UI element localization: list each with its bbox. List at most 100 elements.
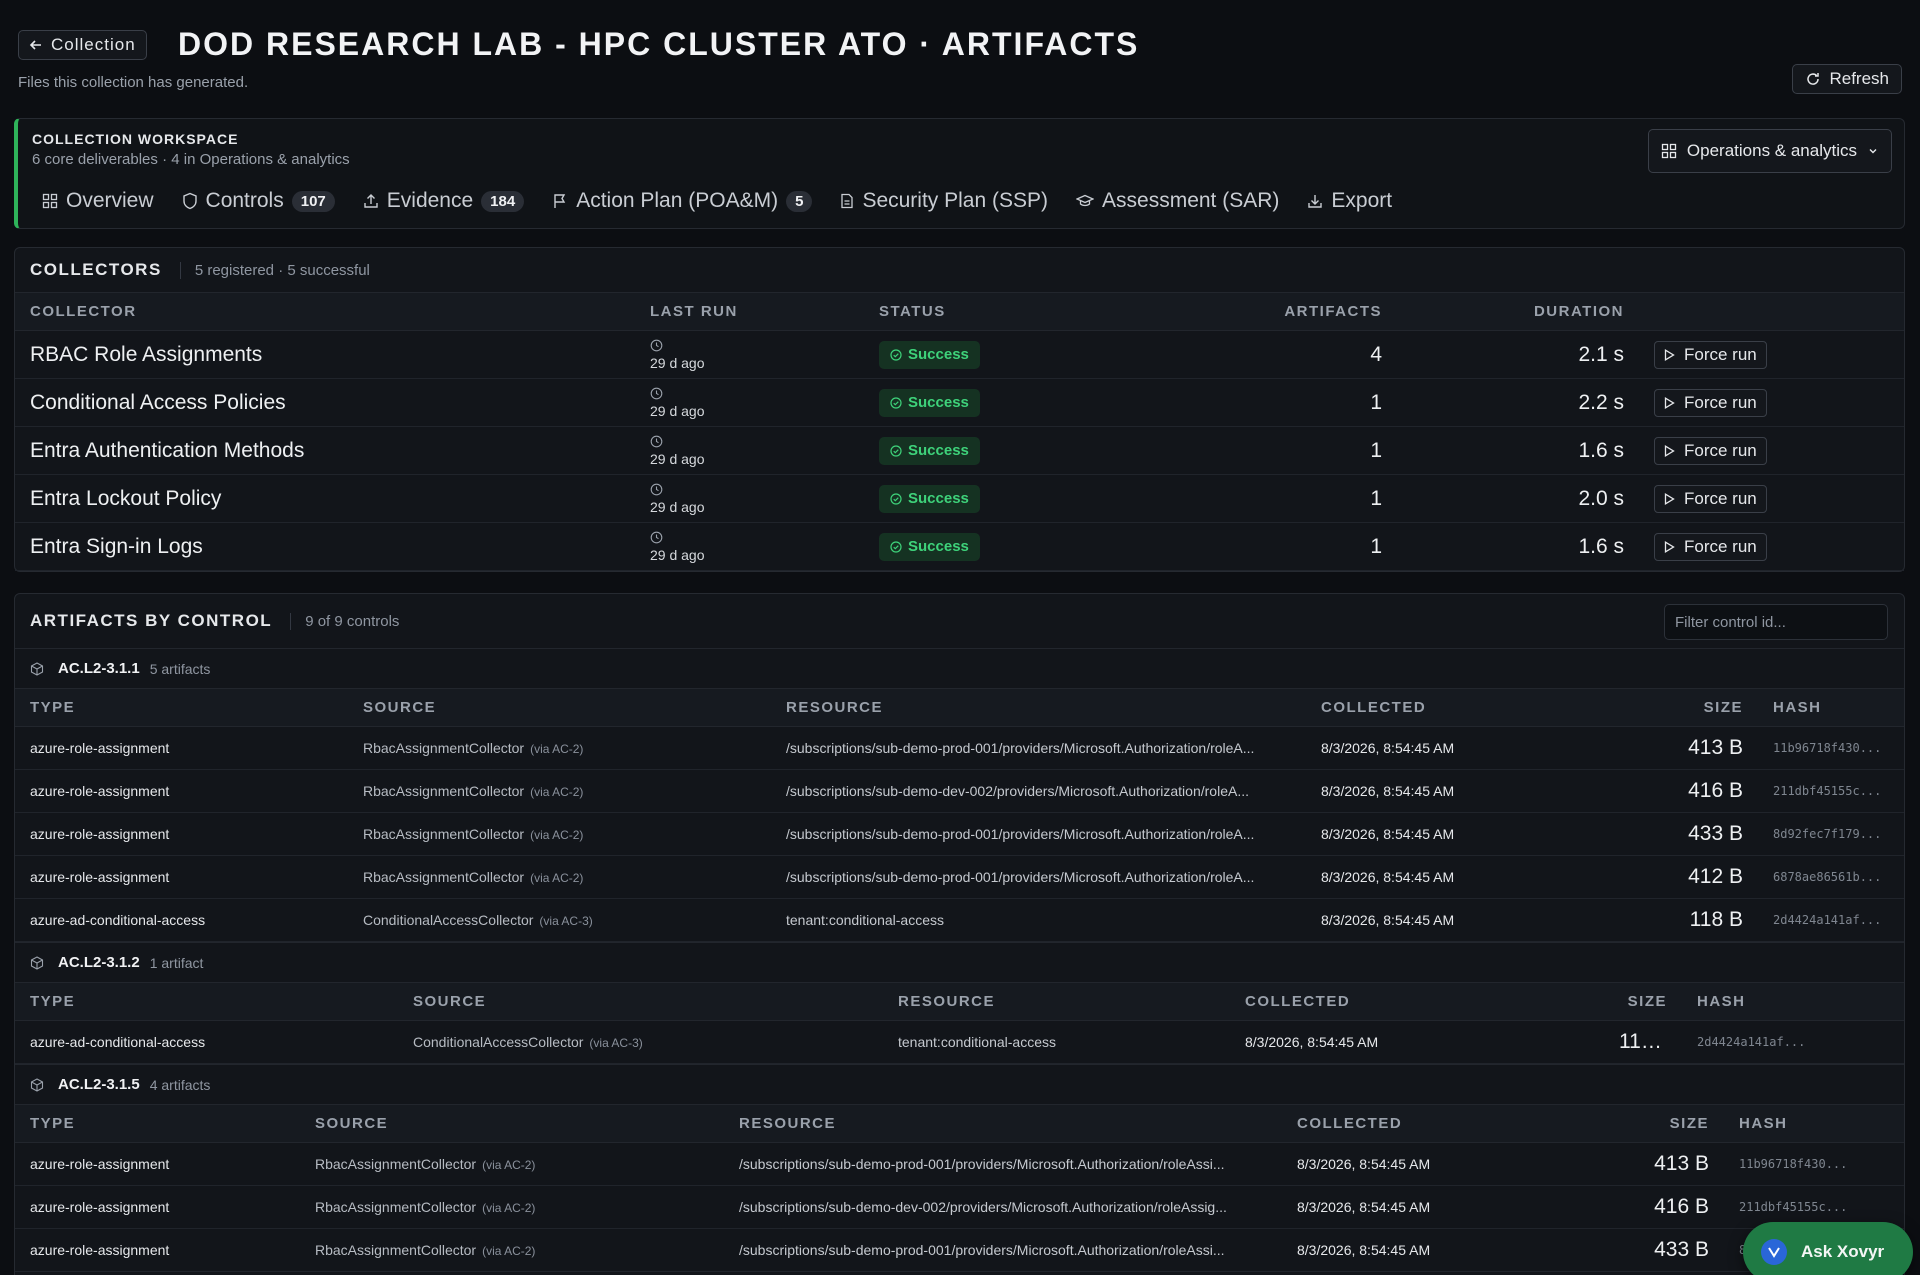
artifact-source: RbacAssignmentCollector [315,1156,477,1172]
play-icon [1664,348,1675,361]
tab-label: Export [1331,189,1393,212]
artifact-hash: 8d92fec7f179... [1758,812,1904,856]
control-group-header[interactable]: AC.L2-3.1.1 5 artifacts [15,648,1904,688]
artifact-count: 1 [1370,390,1382,414]
force-run-button[interactable]: Force run [1654,484,1767,513]
last-run-value: 29 d ago [650,546,705,563]
collector-name: Entra Lockout Policy [30,486,222,510]
artifact-row[interactable]: azure-role-assignment RbacAssignmentColle… [15,855,1904,899]
cube-icon [30,955,44,970]
page-subtitle: Files this collection has generated. [18,74,249,91]
duration-value: 2.0 s [1578,486,1624,510]
artifact-hash: 6878ae86561b... [1758,855,1904,899]
force-run-button[interactable]: Force run [1654,388,1767,417]
artifact-type: azure-role-assignment [15,1228,300,1272]
artifact-resource: /subscriptions/sub-demo-dev-002/provider… [771,769,1306,813]
cube-icon [30,661,44,676]
operations-analytics-dropdown[interactable]: Operations & analytics [1647,129,1892,173]
column-header: TYPE [15,1104,300,1143]
control-group-header[interactable]: AC.L2-3.1.5 4 artifacts [15,1064,1904,1104]
artifact-resource: /subscriptions/sub-demo-prod-001/provide… [771,812,1306,856]
artifact-collected: 8/3/2026, 8:54:45 AM [1306,812,1637,856]
tab-action-plan[interactable]: Action Plan (POA&M) 5 [552,189,813,213]
force-run-button[interactable]: Force run [1654,532,1767,561]
last-run-value: 29 d ago [650,498,705,515]
artifact-collected: 8/3/2026, 8:54:45 AM [1230,1020,1604,1064]
artifact-row[interactable]: azure-role-assignment RbacAssignmentColle… [15,1142,1904,1186]
tab-security-plan[interactable]: Security Plan (SSP) [840,189,1048,213]
status-label: Success [908,346,969,363]
tab-label: Action Plan (POA&M) [576,189,779,212]
artifact-hash: 2d4424a141af... [1758,898,1904,942]
column-header: TYPE [15,982,398,1021]
control-group-header[interactable]: AC.L2-3.1.2 1 artifact [15,942,1904,982]
play-icon [1664,492,1675,505]
flag-icon [554,194,566,208]
control-artifact-count: 4 artifacts [149,1076,211,1093]
last-run-value: 29 d ago [650,450,705,467]
filter-control-input[interactable] [1664,604,1888,640]
page-title: DOD RESEARCH LAB - HPC CLUSTER ATO · ART… [178,26,1140,62]
duration-value: 2.2 s [1578,390,1624,414]
force-run-button[interactable]: Force run [1654,340,1767,369]
column-header: COLLECTED [1306,688,1637,727]
artifact-count: 1 [1370,534,1382,558]
artifact-size: 433 B [1624,1228,1724,1272]
artifact-row[interactable]: azure-role-assignment RbacAssignmentColle… [15,769,1904,813]
document-icon [841,193,854,209]
tab-overview[interactable]: Overview [42,189,154,213]
check-circle-icon [890,396,902,409]
play-icon [1664,396,1675,409]
artifact-source-via: (via AC-3) [539,914,593,928]
column-header: RESOURCE [883,982,1230,1021]
collector-name: Entra Sign-in Logs [30,534,203,558]
back-to-collection-button[interactable]: Collection [18,30,147,60]
artifact-row[interactable]: azure-role-assignment RbacAssignmentColle… [15,812,1904,856]
tab-evidence[interactable]: Evidence 184 [363,189,525,213]
artifact-collected: 8/3/2026, 8:54:45 AM [1306,898,1637,942]
force-run-button[interactable]: Force run [1654,436,1767,465]
artifact-source-via: (via AC-3) [589,1036,643,1050]
tab-export[interactable]: Export [1307,189,1392,213]
column-header: STATUS [864,292,1144,331]
artifact-row[interactable]: azure-role-assignment RbacAssignmentColle… [15,726,1904,770]
artifact-type: azure-ad-conditional-access [15,1020,398,1064]
chevron-down-icon [1869,149,1877,154]
artifact-table: TYPE SOURCE RESOURCE COLLECTED SIZE HASH azure… [15,688,1904,942]
duration-value: 2.1 s [1578,342,1624,366]
tab-label: Controls [205,189,284,212]
artifact-source-via: (via AC-2) [482,1158,536,1172]
tab-assessment[interactable]: Assessment (SAR) [1076,189,1279,213]
status-label: Success [908,538,969,555]
artifact-source-via: (via AC-2) [530,742,584,756]
artifact-resource: /subscriptions/sub-demo-prod-001/provide… [724,1228,1282,1272]
artifact-source-via: (via AC-2) [530,785,584,799]
ask-assistant-button[interactable]: Ask Xovyr [1743,1222,1913,1275]
status-label: Success [908,490,969,507]
artifact-source: RbacAssignmentCollector [363,740,525,756]
artifact-type: azure-role-assignment [15,855,348,899]
artifact-count: 4 [1370,342,1382,366]
arrow-left-icon [29,40,41,50]
refresh-button[interactable]: Refresh [1792,64,1902,94]
column-header: DURATION [1397,292,1639,331]
artifact-row[interactable]: azure-ad-conditional-access ConditionalAc… [15,898,1904,942]
artifact-hash: 211dbf45155c... [1758,769,1904,813]
clock-icon [650,387,849,403]
tab-controls[interactable]: Controls 107 [182,189,335,213]
artifact-collected: 8/3/2026, 8:54:45 AM [1306,726,1637,770]
force-run-label: Force run [1684,488,1757,508]
artifact-row[interactable]: azure-role-assignment RbacAssignmentColle… [15,1185,1904,1229]
collectors-table: COLLECTOR LAST RUN STATUS ARTIFACTS DURA… [15,292,1904,571]
artifact-source: ConditionalAccessCollector [363,912,534,928]
download-icon [1308,195,1323,208]
assistant-avatar-icon [1761,1239,1787,1265]
collector-row: RBAC Role Assignments 29 d ago Success 4 2.1… [15,330,1904,379]
artifact-count: 1 [1370,486,1382,510]
tab-label: Overview [66,189,154,212]
artifact-row[interactable]: azure-role-assignment RbacAssignmentColle… [15,1228,1904,1272]
control-artifact-count: 1 artifact [149,954,204,971]
column-header: SIZE [1624,1104,1724,1143]
artifact-row[interactable]: azure-ad-conditional-access ConditionalAc… [15,1020,1904,1064]
control-id: AC.L2-3.1.5 [58,1076,140,1093]
